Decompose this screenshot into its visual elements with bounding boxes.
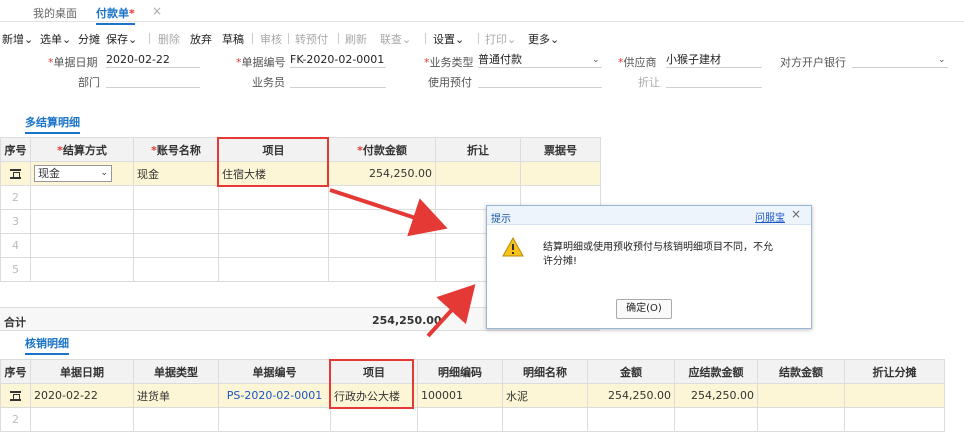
ok-button[interactable]: 确定(O)	[616, 299, 672, 319]
dialog-message: 结算明细或使用预收预付与核销明细项目不同，不允	[543, 242, 773, 253]
arrow-icon	[329, 188, 448, 237]
close-icon[interactable]: ×	[791, 207, 801, 221]
help-link[interactable]: 问服宝	[755, 209, 785, 224]
alert-dialog: 提示 问服宝 × 结算明细或使用预收预付与核销明细项目不同，不允 许分摊! 确定…	[486, 205, 812, 329]
dialog-header: 提示 问服宝 ×	[487, 206, 811, 225]
arrow-icon	[426, 284, 476, 338]
warning-icon	[502, 237, 524, 257]
annotation-arrows	[329, 188, 476, 338]
dialog-title: 提示	[491, 214, 511, 225]
dialog-message-cont: 许分摊!	[543, 256, 578, 267]
